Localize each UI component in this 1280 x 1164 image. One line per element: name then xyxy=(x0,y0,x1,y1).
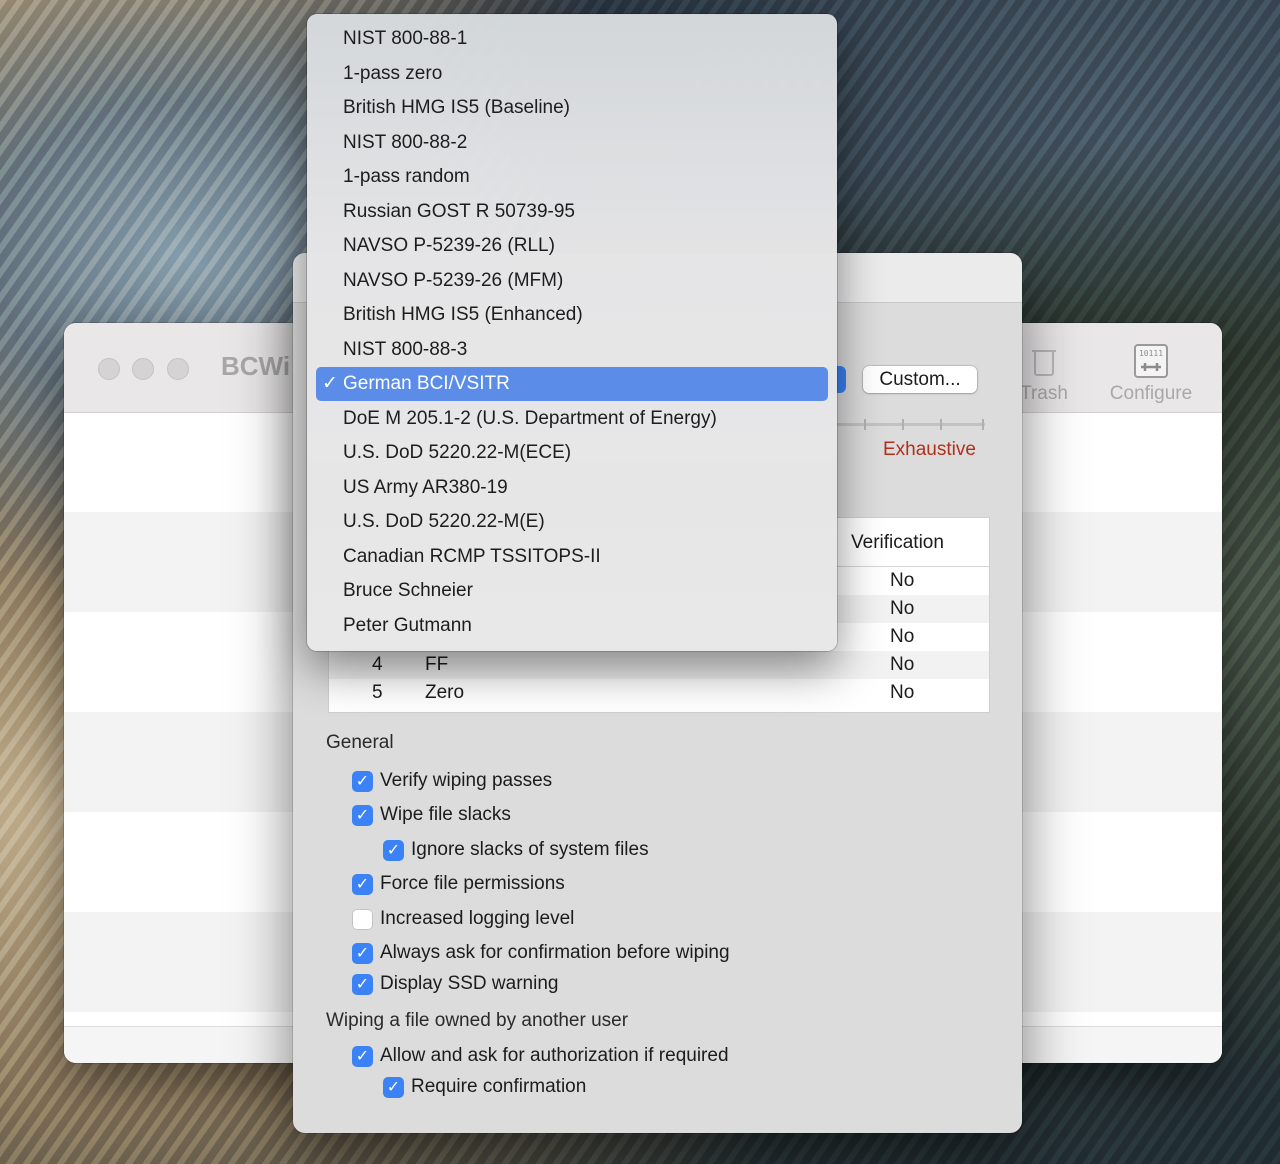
checkbox-checked[interactable]: ✓ xyxy=(352,805,373,826)
window-title: BCWi xyxy=(221,351,291,381)
general-section-title: General xyxy=(326,732,394,753)
menu-item[interactable]: NIST 800-88-2 xyxy=(316,126,828,160)
menu-item-label: Russian GOST R 50739-95 xyxy=(343,201,575,222)
slider-tick xyxy=(864,419,866,430)
checkbox-label: Require confirmation xyxy=(411,1076,587,1097)
menu-item[interactable]: 1-pass random xyxy=(316,160,828,194)
menu-item-label: NAVSO P-5239-26 (MFM) xyxy=(343,270,564,291)
menu-item[interactable]: British HMG IS5 (Enhanced) xyxy=(316,298,828,332)
menu-item[interactable]: US Army AR380-19 xyxy=(316,471,828,505)
verification-cell: No xyxy=(890,626,915,647)
checkbox-label: Display SSD warning xyxy=(380,973,559,994)
pass-number-cell: 4 xyxy=(372,654,383,675)
pattern-cell: FF xyxy=(425,654,449,675)
menu-item[interactable]: Peter Gutmann xyxy=(316,609,828,643)
menu-item-label: NAVSO P-5239-26 (RLL) xyxy=(343,235,555,256)
custom-button[interactable]: Custom... xyxy=(863,366,977,393)
checkbox-checked[interactable]: ✓ xyxy=(383,1077,404,1098)
menu-item[interactable]: NIST 800-88-3 xyxy=(316,333,828,367)
wipe-strength-slider[interactable] xyxy=(833,423,985,426)
menu-item-label: US Army AR380-19 xyxy=(343,477,508,498)
menu-item[interactable]: DoE M 205.1-2 (U.S. Department of Energy… xyxy=(316,402,828,436)
verification-cell: No xyxy=(890,570,915,591)
toolbar-configure[interactable]: 10111 Configure xyxy=(1096,343,1206,405)
pass-number-cell: 5 xyxy=(372,682,383,703)
checkbox-unchecked[interactable] xyxy=(352,909,373,930)
table-row[interactable]: 4 FF No xyxy=(329,651,989,679)
checkbox-label: Always ask for confirmation before wipin… xyxy=(380,942,730,963)
verification-column-header[interactable]: Verification xyxy=(851,532,944,554)
menu-item-label: Peter Gutmann xyxy=(343,615,472,636)
menu-item-label: 1-pass random xyxy=(343,166,470,187)
verification-cell: No xyxy=(890,598,915,619)
configure-icon: 10111 xyxy=(1134,344,1168,378)
checkbox-label: Allow and ask for authorization if requi… xyxy=(380,1045,729,1066)
toolbar-configure-label: Configure xyxy=(1109,383,1193,404)
menu-item-label: NIST 800-88-1 xyxy=(343,28,468,49)
pattern-cell: Zero xyxy=(425,682,465,703)
slider-tick xyxy=(940,419,942,430)
menu-item[interactable]: NAVSO P-5239-26 (MFM) xyxy=(316,264,828,298)
svg-text:10111: 10111 xyxy=(1139,349,1163,358)
menu-item[interactable]: 1-pass zero xyxy=(316,57,828,91)
checkbox-checked[interactable]: ✓ xyxy=(352,943,373,964)
wipe-method-dropdown-menu: NIST 800-88-1 1-pass zero British HMG IS… xyxy=(307,14,837,651)
checkbox-label: Force file permissions xyxy=(380,873,565,894)
slider-tick xyxy=(902,419,904,430)
menu-item-label: German BCI/VSITR xyxy=(343,373,510,394)
checkmark-icon: ✓ xyxy=(322,373,338,394)
checkbox-checked[interactable]: ✓ xyxy=(352,874,373,895)
menu-item-label: U.S. DoD 5220.22-M(E) xyxy=(343,511,545,532)
menu-item-label: 1-pass zero xyxy=(343,63,443,84)
trash-icon xyxy=(1032,350,1056,376)
menu-item-label: NIST 800-88-2 xyxy=(343,132,468,153)
menu-item[interactable]: NIST 800-88-1 xyxy=(316,22,828,56)
menu-item[interactable]: Bruce Schneier xyxy=(316,574,828,608)
checkbox-label: Wipe file slacks xyxy=(380,804,511,825)
menu-item[interactable]: Russian GOST R 50739-95 xyxy=(316,195,828,229)
menu-item-label: British HMG IS5 (Baseline) xyxy=(343,97,571,118)
menu-item-label: U.S. DoD 5220.22-M(ECE) xyxy=(343,442,572,463)
slider-max-label: Exhaustive xyxy=(883,439,976,460)
checkbox-checked[interactable]: ✓ xyxy=(352,771,373,792)
menu-item-label: NIST 800-88-3 xyxy=(343,339,468,360)
toolbar-trash-label: Trash xyxy=(1020,383,1068,404)
menu-item-label: DoE M 205.1-2 (U.S. Department of Energy… xyxy=(343,408,717,429)
zoom-window-button[interactable] xyxy=(167,358,189,380)
checkbox-checked[interactable]: ✓ xyxy=(383,840,404,861)
menu-item-label: Bruce Schneier xyxy=(343,580,473,601)
menu-item[interactable]: Canadian RCMP TSSITOPS-II xyxy=(316,540,828,574)
menu-item-label: Canadian RCMP TSSITOPS-II xyxy=(343,546,601,567)
verification-cell: No xyxy=(890,654,915,675)
checkbox-checked[interactable]: ✓ xyxy=(352,974,373,995)
table-row[interactable]: 5 Zero No xyxy=(329,679,989,707)
close-window-button[interactable] xyxy=(98,358,120,380)
checkbox-label: Ignore slacks of system files xyxy=(411,839,649,860)
menu-item-selected[interactable]: ✓ German BCI/VSITR xyxy=(316,367,828,401)
other-user-section-title: Wiping a file owned by another user xyxy=(326,1010,629,1031)
slider-tick xyxy=(982,419,984,430)
menu-item[interactable]: U.S. DoD 5220.22-M(E) xyxy=(316,505,828,539)
menu-item[interactable]: NAVSO P-5239-26 (RLL) xyxy=(316,229,828,263)
checkbox-label: Verify wiping passes xyxy=(380,770,553,791)
menu-item[interactable]: U.S. DoD 5220.22-M(ECE) xyxy=(316,436,828,470)
menu-item[interactable]: British HMG IS5 (Baseline) xyxy=(316,91,828,125)
checkbox-label: Increased logging level xyxy=(380,908,575,929)
checkbox-checked[interactable]: ✓ xyxy=(352,1046,373,1067)
minimize-window-button[interactable] xyxy=(132,358,154,380)
verification-cell: No xyxy=(890,682,915,703)
menu-item-label: British HMG IS5 (Enhanced) xyxy=(343,304,583,325)
